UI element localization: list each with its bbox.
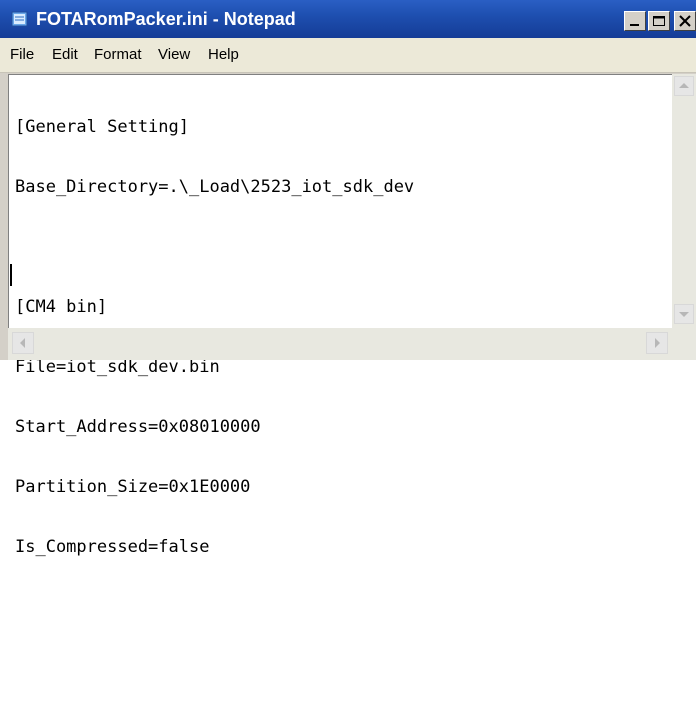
close-icon [679, 15, 691, 27]
editor-line: [CM4 bin] [15, 297, 108, 317]
scroll-left-button[interactable] [12, 332, 34, 354]
window-title: FOTARomPacker.ini - Notepad [36, 9, 296, 29]
menu-file[interactable]: File [10, 46, 34, 64]
text-caret [10, 264, 12, 286]
menu-bar: File Edit Format View Help [0, 38, 696, 73]
menu-format[interactable]: Format [94, 46, 142, 64]
editor-line: [General Setting] [15, 117, 189, 137]
vertical-scrollbar[interactable] [672, 74, 696, 326]
editor-line: Base_Directory=.\_Load\2523_iot_sdk_dev [15, 177, 415, 197]
minimize-button[interactable] [624, 11, 646, 31]
editor-line: Partition_Size=0x1E0000 [15, 477, 251, 497]
maximize-button[interactable] [648, 11, 670, 31]
menu-edit[interactable]: Edit [52, 46, 78, 64]
scroll-down-button[interactable] [674, 304, 694, 324]
notepad-window: FOTARomPacker.ini - Notepad File Edit Fo… [0, 0, 696, 557]
menu-help[interactable]: Help [208, 46, 239, 64]
editor-text[interactable]: [General Setting] Base_Directory=.\_Load… [15, 77, 655, 717]
text-editor[interactable]: [General Setting] Base_Directory=.\_Load… [8, 74, 696, 557]
close-button[interactable] [674, 11, 696, 31]
arrow-up-icon [679, 83, 689, 88]
horizontal-scrollbar[interactable] [8, 328, 672, 360]
editor-line: Is_Compressed=false [15, 537, 210, 557]
editor-line: File=iot_sdk_dev.bin [15, 357, 220, 377]
scroll-up-button[interactable] [674, 76, 694, 96]
editor-line: Start_Address=0x08010000 [15, 417, 261, 437]
arrow-down-icon [679, 312, 689, 317]
maximize-icon [653, 16, 665, 26]
menu-view[interactable]: View [158, 46, 190, 64]
arrow-left-icon [20, 338, 25, 348]
scroll-right-button[interactable] [646, 332, 668, 354]
title-bar[interactable]: FOTARomPacker.ini - Notepad [0, 0, 696, 38]
minimize-icon [630, 24, 639, 26]
resize-grip[interactable] [672, 326, 696, 360]
notepad-icon [11, 11, 28, 27]
arrow-right-icon [655, 338, 660, 348]
